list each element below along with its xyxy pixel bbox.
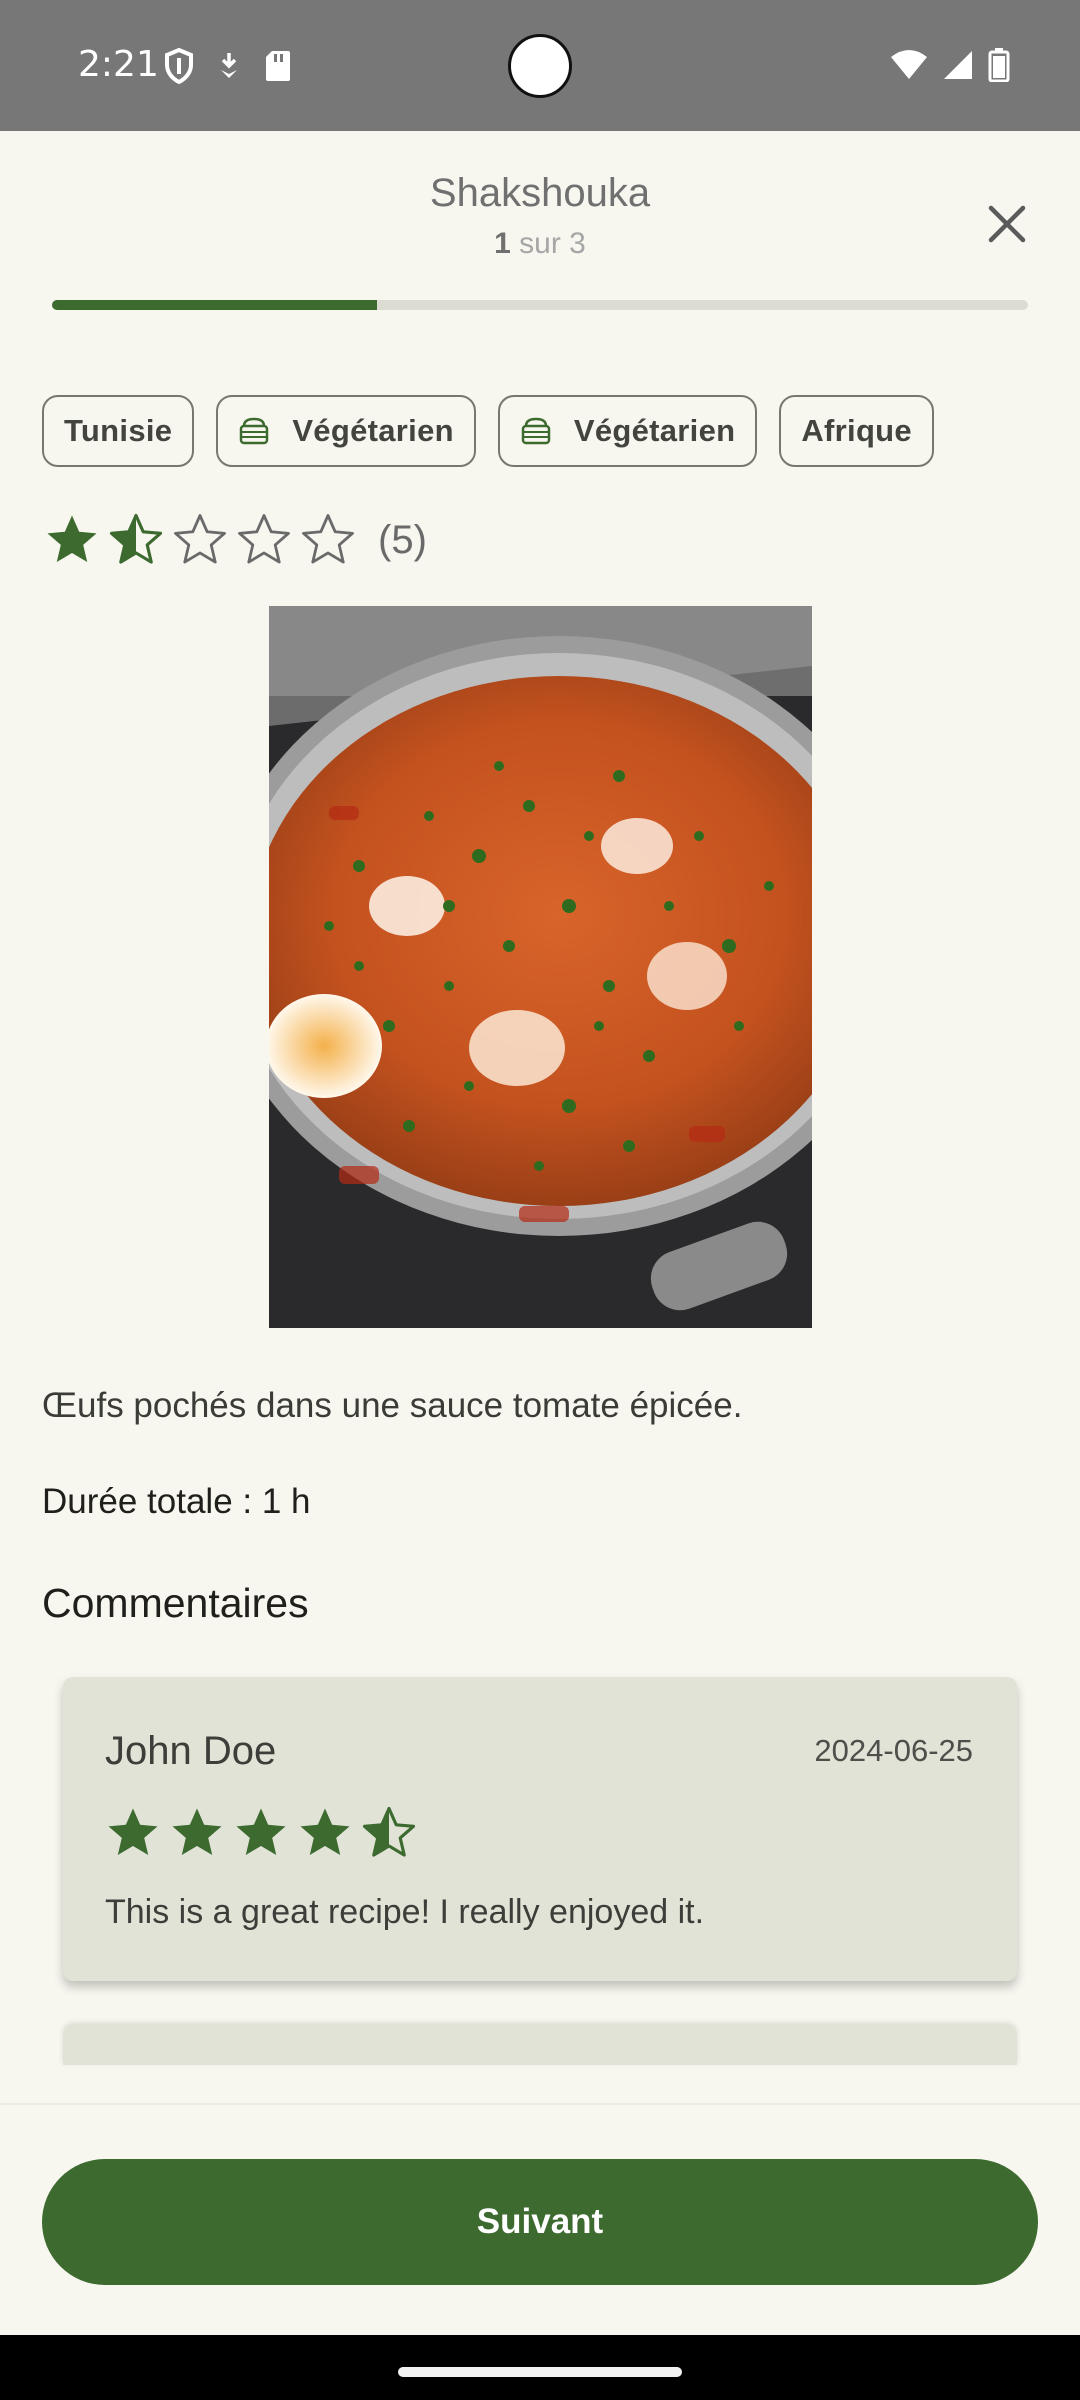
battery-icon <box>988 48 1010 87</box>
status-bar: 2:21 <box>0 0 1080 131</box>
recipe-duration: Durée totale : 1 h <box>42 1482 311 1521</box>
tag-chip[interactable]: Végétarien <box>216 395 476 467</box>
camera-cutout <box>508 34 572 98</box>
tag-chip-label: Végétarien <box>292 413 454 448</box>
shield-icon <box>164 47 194 89</box>
sd-card-icon <box>264 49 292 88</box>
star-half-icon <box>361 1805 417 1861</box>
star-empty-icon <box>172 512 228 568</box>
rating-stars <box>44 512 356 568</box>
comment-card-partial <box>63 2025 1017 2065</box>
star-filled-icon <box>169 1805 225 1861</box>
header: Shakshouka 1 sur 3 <box>0 131 1080 311</box>
recipe-description: Œufs pochés dans une sauce tomate épicée… <box>42 1386 743 1425</box>
step-counter: 1 sur 3 <box>0 227 1080 261</box>
tag-chip-label: Tunisie <box>64 413 173 448</box>
wifi-icon <box>890 49 928 86</box>
comment-author: John Doe <box>105 1729 277 1773</box>
recipe-photo <box>269 606 812 1328</box>
star-half-icon <box>108 512 164 568</box>
tag-chip[interactable]: Tunisie <box>42 395 195 467</box>
home-indicator[interactable] <box>398 2367 682 2377</box>
comment-date: 2024-06-25 <box>814 1733 973 1768</box>
star-empty-icon <box>300 512 356 568</box>
comment-rating <box>105 1805 417 1861</box>
page-title: Shakshouka <box>429 171 651 215</box>
star-filled-icon <box>297 1805 353 1861</box>
download-icon <box>216 50 242 87</box>
star-filled-icon <box>44 512 100 568</box>
close-button[interactable] <box>972 191 1042 261</box>
star-filled-icon <box>105 1805 161 1861</box>
comment-text: This is a great recipe! I really enjoyed… <box>105 1893 705 1931</box>
comment-card: John Doe 2024-06-25 This is a great reci… <box>63 1677 1017 1981</box>
tag-chips: Tunisie Végétarien Végétarien Afrique <box>42 395 934 467</box>
basket-icon <box>520 416 552 446</box>
bottom-bar: Suivant <box>0 2103 1080 2335</box>
progress-bar <box>52 300 1028 310</box>
next-button[interactable]: Suivant <box>42 2159 1038 2285</box>
close-icon <box>987 204 1027 249</box>
star-empty-icon <box>236 512 292 568</box>
basket-icon <box>238 416 270 446</box>
comments-heading: Commentaires <box>42 1580 309 1626</box>
rating-count: (5) <box>378 517 427 562</box>
signal-icon <box>942 49 974 86</box>
status-time: 2:21 <box>78 44 159 85</box>
star-filled-icon <box>233 1805 289 1861</box>
recipe-rating: (5) <box>44 512 427 568</box>
tag-chip-label: Végétarien <box>573 413 736 448</box>
status-icons-left <box>164 47 292 89</box>
tag-chip[interactable]: Afrique <box>779 395 934 467</box>
step-current: 1 <box>494 227 511 260</box>
status-icons-right <box>890 48 1010 87</box>
tag-chip-label: Afrique <box>801 413 912 448</box>
progress-fill <box>52 300 377 310</box>
step-suffix: sur 3 <box>519 227 586 260</box>
tag-chip[interactable]: Végétarien <box>497 395 758 467</box>
